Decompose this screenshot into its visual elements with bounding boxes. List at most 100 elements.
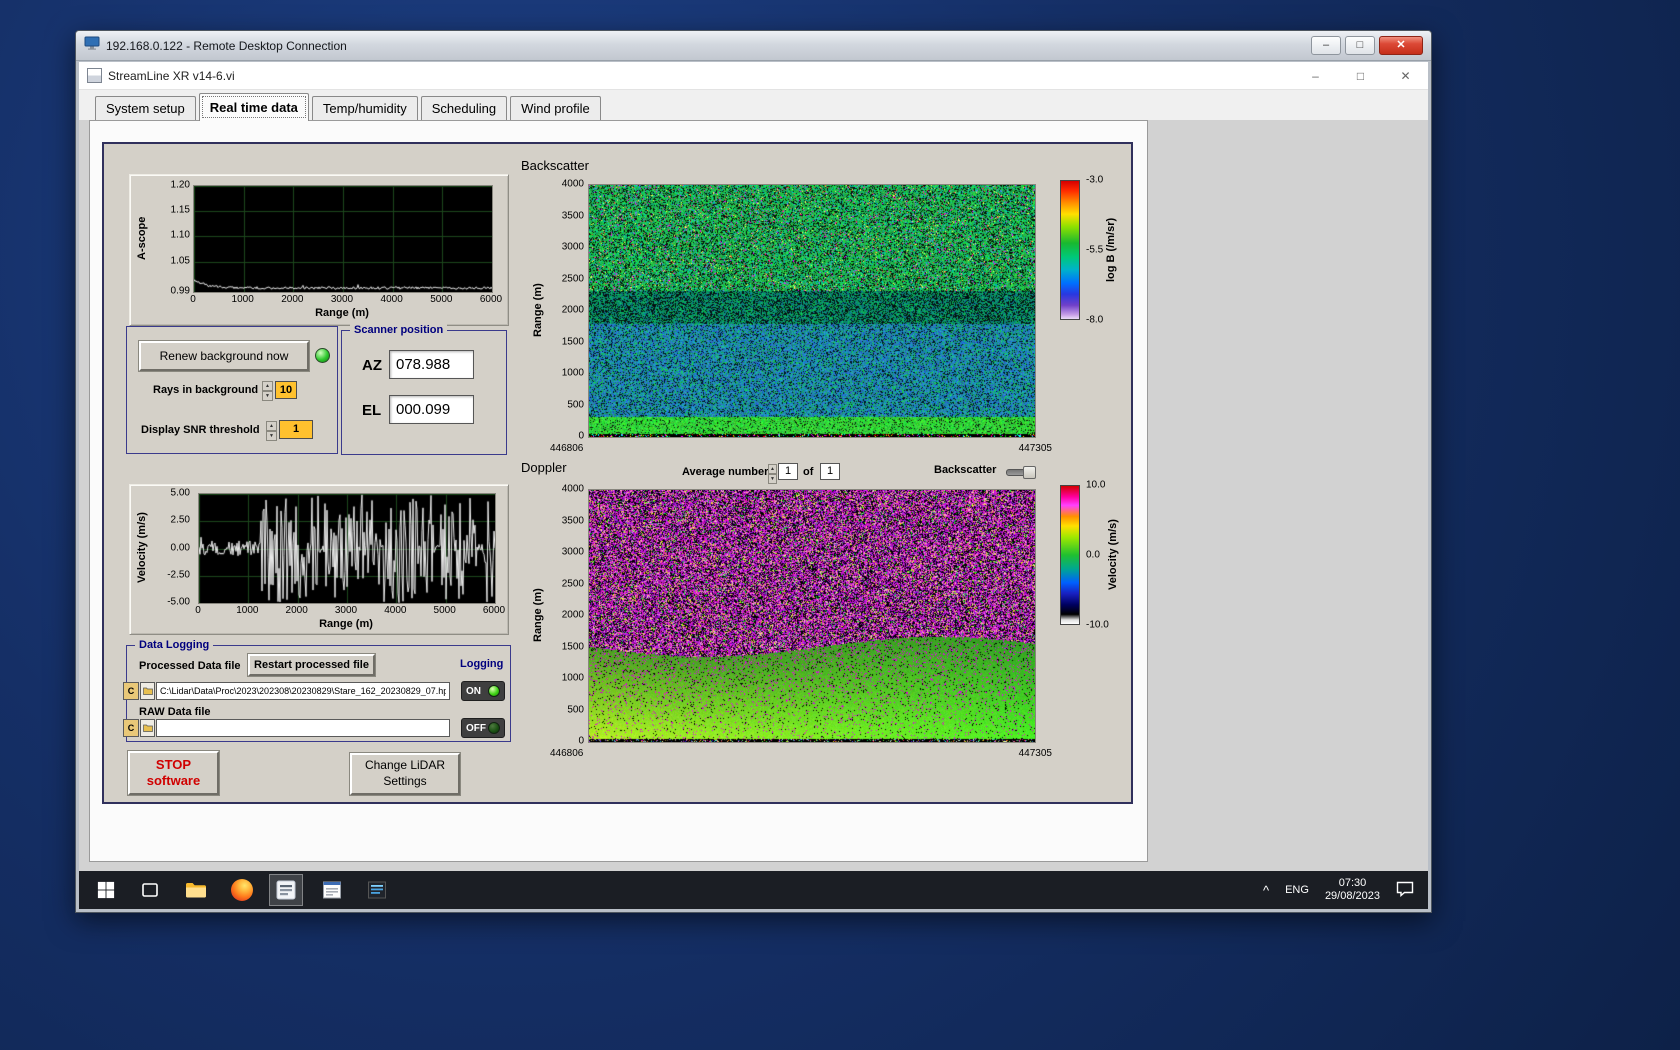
task-view-button[interactable] (133, 874, 167, 906)
remote-session: StreamLine XR v14-6.vi – □ ✕ System setu… (79, 62, 1428, 909)
tab-scheduling[interactable]: Scheduling (420, 96, 508, 120)
instrument-panel: A-scope 1.20 1.15 1.10 1.05 0.99 0 1000 2000 30… (102, 142, 1133, 804)
firefox-icon[interactable] (225, 874, 259, 906)
spin-up-icon[interactable]: ▲ (266, 421, 277, 431)
processed-drive-chip[interactable]: C (123, 682, 139, 700)
renew-background-button[interactable]: Renew background now (139, 341, 309, 371)
restart-processed-file-button[interactable]: Restart processed file (248, 654, 375, 676)
average-number-spinner[interactable]: ▲ ▼ (768, 464, 777, 484)
start-button[interactable] (89, 874, 123, 906)
system-tray: ^ ENG 07:30 29/08/2023 (1263, 871, 1428, 909)
velocity-plot (198, 493, 496, 604)
raw-browse-folder-icon[interactable] (140, 719, 155, 737)
doppler-y-ticks: 4000 3500 3000 2500 2000 1500 1000 500 0 (561, 483, 584, 747)
spin-down-icon[interactable]: ▼ (768, 474, 777, 484)
doppler-x-end: 447305 (1018, 748, 1052, 759)
processed-logging-toggle[interactable]: ON (461, 681, 505, 701)
raw-data-file-label: RAW Data file (139, 706, 211, 718)
rays-spinner[interactable]: ▲ ▼ (262, 381, 273, 401)
streamline-app-taskbar-icon[interactable] (269, 874, 303, 906)
rdp-restore-button[interactable]: □ (1345, 36, 1375, 55)
notification-icon[interactable] (1396, 881, 1414, 900)
az-label: AZ (362, 357, 382, 374)
settings-line2: Settings (383, 774, 427, 788)
backscatter-y-ticks: 4000 3500 3000 2500 2000 1500 1000 500 0 (561, 178, 584, 442)
spin-down-icon[interactable]: ▼ (266, 431, 277, 441)
ascope-x-axis-label: Range (m) (315, 307, 369, 319)
el-label: EL (362, 402, 382, 419)
tab-temp-humidity[interactable]: Temp/humidity (311, 96, 418, 120)
average-number-value[interactable]: 1 (778, 463, 798, 480)
processed-browse-folder-icon[interactable] (140, 682, 155, 700)
data-logging-group: Data Logging Processed Data file Restart… (123, 639, 511, 742)
stop-software-button[interactable]: STOP software (128, 751, 219, 795)
toggle-knob[interactable] (1023, 466, 1036, 479)
off-label: OFF (466, 722, 486, 734)
rdp-window-title: 192.168.0.122 - Remote Desktop Connectio… (106, 38, 347, 53)
app-titlebar[interactable]: StreamLine XR v14-6.vi – □ ✕ (79, 62, 1428, 90)
tab-strip: System setup Real time data Temp/humidit… (79, 90, 1428, 121)
scanner-position-title: Scanner position (350, 324, 448, 336)
clock-time: 07:30 (1338, 877, 1367, 889)
app-minimize-button[interactable]: – (1293, 62, 1338, 90)
spin-up-icon[interactable]: ▲ (262, 381, 273, 391)
tab-real-time-data[interactable]: Real time data (198, 93, 309, 121)
snr-threshold-label: Display SNR threshold (141, 424, 260, 436)
rays-in-background-value[interactable]: 10 (275, 381, 297, 399)
tray-expand-icon[interactable]: ^ (1263, 883, 1269, 898)
renew-background-led (315, 348, 330, 363)
spin-up-icon[interactable]: ▲ (768, 464, 777, 474)
snr-threshold-value[interactable]: 1 (279, 420, 313, 439)
app-title: StreamLine XR v14-6.vi (108, 68, 235, 83)
backscatter-display-toggle[interactable] (1006, 466, 1036, 479)
data-logging-title: Data Logging (135, 639, 214, 651)
velocity-y-ticks: 5.00 2.50 0.00 -2.50 -5.00 (167, 487, 190, 608)
backscatter-colorbar (1060, 180, 1080, 320)
rdp-close-button[interactable]: ✕ (1379, 36, 1423, 55)
doppler-heading: Doppler (521, 460, 567, 475)
az-value[interactable]: 078.988 (389, 350, 474, 379)
change-lidar-settings-button[interactable]: Change LiDAR Settings (350, 753, 460, 795)
velocity-x-axis-label: Range (m) (319, 618, 373, 630)
backscatter-x-end: 447305 (1018, 443, 1052, 454)
backscatter-colorbar-label: log B (/m/sr) (1105, 217, 1117, 283)
average-total-value[interactable]: 1 (820, 463, 840, 480)
windows-logo-icon (97, 881, 115, 899)
desktop: 192.168.0.122 - Remote Desktop Connectio… (0, 0, 1680, 1050)
raw-path-field[interactable] (156, 719, 450, 737)
raw-logging-toggle[interactable]: OFF (461, 718, 505, 738)
data-viewer-icon[interactable] (360, 874, 394, 906)
velocity-y-axis-label: Velocity (m/s) (136, 512, 148, 583)
app-close-button[interactable]: ✕ (1383, 62, 1428, 90)
backscatter-toggle-label: Backscatter (934, 464, 997, 476)
scan-scheduler-icon[interactable] (315, 874, 349, 906)
clock[interactable]: 07:30 29/08/2023 (1325, 877, 1380, 903)
doppler-x-start: 446806 (550, 748, 584, 759)
el-value[interactable]: 000.099 (389, 395, 474, 424)
on-label: ON (466, 685, 481, 697)
processed-path-field[interactable] (156, 682, 450, 700)
doppler-colorbar-label: Velocity (m/s) (1107, 519, 1119, 591)
ascope-y-axis-label: A-scope (136, 216, 148, 260)
raw-drive-chip[interactable]: C (123, 719, 139, 737)
snr-spinner[interactable]: ▲ ▼ (266, 421, 277, 441)
doppler-colorbar (1060, 485, 1080, 625)
backscatter-heatmap (588, 184, 1036, 438)
clock-date: 29/08/2023 (1324, 890, 1380, 902)
language-indicator[interactable]: ENG (1285, 884, 1309, 896)
file-explorer-icon[interactable] (179, 874, 213, 906)
tab-page: A-scope 1.20 1.15 1.10 1.05 0.99 0 1000 2000 30… (89, 120, 1148, 862)
backscatter-x-start: 446806 (550, 443, 584, 454)
average-number-label: Average number (682, 466, 769, 478)
logging-on-led (488, 685, 500, 697)
doppler-y-axis-label: Range (m) (532, 588, 544, 642)
tab-system-setup[interactable]: System setup (95, 96, 196, 120)
scanner-position-group: Scanner position AZ 078.988 EL 000.099 (341, 324, 507, 455)
rdp-minimize-button[interactable]: – (1311, 36, 1341, 55)
app-restore-button[interactable]: □ (1338, 62, 1383, 90)
rdp-titlebar[interactable]: 192.168.0.122 - Remote Desktop Connectio… (76, 31, 1431, 61)
settings-line1: Change LiDAR (364, 758, 446, 773)
velocity-x-ticks: 0 1000 2000 3000 4000 5000 6000 (195, 605, 506, 616)
spin-down-icon[interactable]: ▼ (262, 391, 273, 401)
tab-wind-profile[interactable]: Wind profile (510, 96, 601, 120)
